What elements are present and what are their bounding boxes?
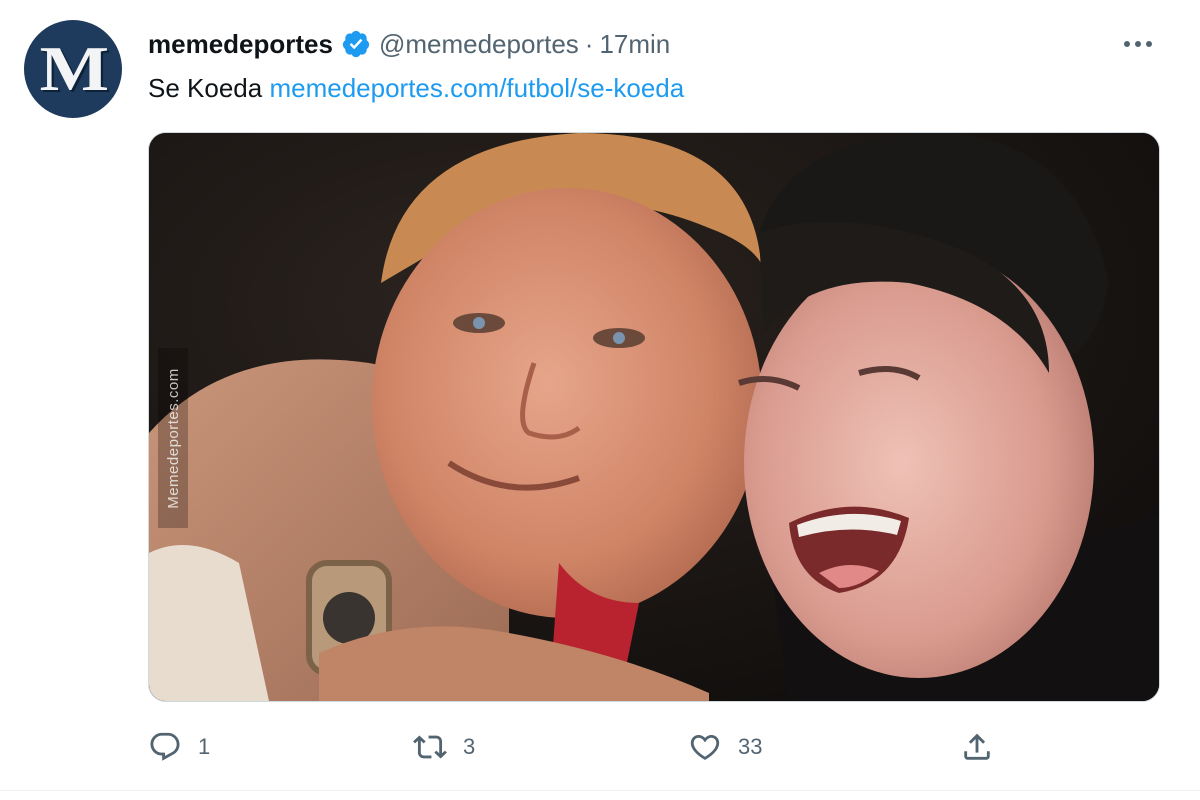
meme-photo xyxy=(149,133,1159,701)
reply-count: 1 xyxy=(198,734,211,759)
like-button[interactable]: 33 xyxy=(688,722,762,772)
tweet-text-content: Se Koeda xyxy=(148,73,263,103)
tweet-text: Se Koeda memedeportes.com/futbol/se-koed… xyxy=(148,70,684,106)
reply-icon xyxy=(150,732,180,761)
like-count: 33 xyxy=(738,734,763,759)
display-name[interactable]: memedeportes xyxy=(148,26,333,62)
tweet-actions: 1 3 33 xyxy=(148,722,1158,772)
media-watermark: Memedeportes.com xyxy=(158,348,188,528)
share-button[interactable] xyxy=(960,722,994,772)
retweet-count: 3 xyxy=(463,734,476,759)
reply-button[interactable]: 1 xyxy=(148,722,210,772)
tweet: M memedeportes @memedeportes · 17min Se … xyxy=(0,0,1200,800)
tweet-header: memedeportes @memedeportes · 17min xyxy=(148,26,670,62)
heart-icon xyxy=(690,734,720,760)
tweet-link[interactable]: memedeportes.com/futbol/se-koeda xyxy=(269,73,684,103)
more-options-icon[interactable] xyxy=(1116,30,1160,58)
tweet-media-image[interactable] xyxy=(148,132,1160,702)
share-icon xyxy=(964,733,990,760)
timestamp[interactable]: 17min xyxy=(599,26,670,62)
separator-dot: · xyxy=(584,29,594,59)
retweet-icon xyxy=(413,735,447,759)
avatar[interactable]: M xyxy=(24,20,122,118)
account-handle[interactable]: @memedeportes xyxy=(379,26,579,62)
verified-badge-icon xyxy=(341,29,371,59)
watermark-text: Memedeportes.com xyxy=(164,367,182,509)
avatar-letter: M xyxy=(39,33,108,104)
divider xyxy=(0,790,1200,791)
retweet-button[interactable]: 3 xyxy=(413,722,475,772)
